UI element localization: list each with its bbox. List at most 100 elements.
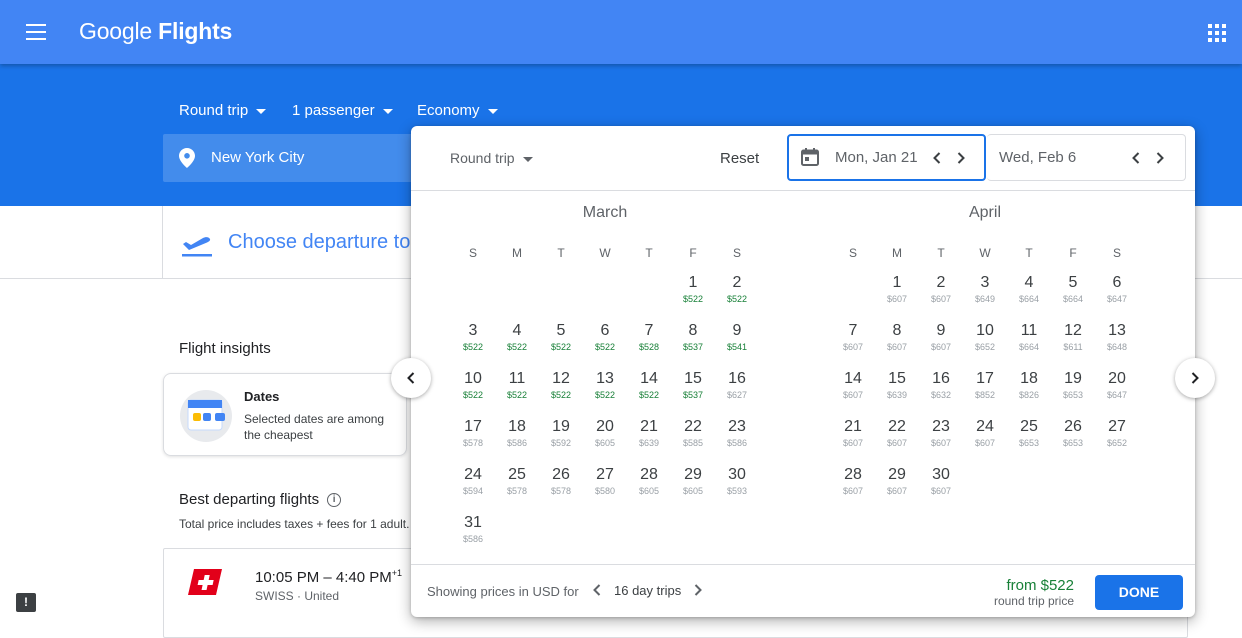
calendar-day[interactable]: 23 $586	[715, 412, 759, 456]
calendar-day[interactable]: 28 $605	[627, 460, 671, 504]
calendar-day[interactable]: 2 $607	[919, 268, 963, 312]
calendar-day[interactable]: 10 $652	[963, 316, 1007, 360]
calendar-day[interactable]: 21 $607	[831, 412, 875, 456]
top-app-bar: Google Flights	[0, 0, 1242, 64]
calendar-day[interactable]: 4 $664	[1007, 268, 1051, 312]
calendar-day[interactable]: 27 $580	[583, 460, 627, 504]
calendar-day[interactable]: 1 $607	[875, 268, 919, 312]
chevron-left-icon[interactable]	[589, 582, 605, 598]
destination-chooser[interactable]: Choose departure to	[162, 206, 422, 278]
calendar-day[interactable]: 5 $664	[1051, 268, 1095, 312]
calendar-day[interactable]: 26 $578	[539, 460, 583, 504]
calendar-day[interactable]: 25 $653	[1007, 412, 1051, 456]
calendar-day[interactable]: 10 $522	[451, 364, 495, 408]
day-price: $522	[506, 390, 528, 400]
calendar-day[interactable]: 20 $647	[1095, 364, 1139, 408]
day-number: 2	[732, 274, 742, 291]
day-price: $522	[594, 390, 616, 400]
calendar-day[interactable]: 30 $593	[715, 460, 759, 504]
calendar-day[interactable]: 19 $592	[539, 412, 583, 456]
calendar-day[interactable]: 30 $607	[919, 460, 963, 504]
done-button[interactable]: DONE	[1095, 575, 1183, 610]
day-number: 1	[688, 274, 698, 291]
calendar-day[interactable]: 11 $664	[1007, 316, 1051, 360]
trip-type-dropdown[interactable]: Round trip	[179, 102, 267, 119]
cabin-class-dropdown[interactable]: Economy	[417, 102, 498, 119]
calendar-day[interactable]: 26 $653	[1051, 412, 1095, 456]
next-month-button[interactable]	[1175, 358, 1215, 398]
calendar-day[interactable]: 4 $522	[495, 316, 539, 360]
day-price: $522	[462, 342, 484, 352]
calendar-day[interactable]: 20 $605	[583, 412, 627, 456]
calendar-day[interactable]: 16 $632	[919, 364, 963, 408]
previous-month-button[interactable]	[391, 358, 431, 398]
calendar-day[interactable]: 7 $607	[831, 316, 875, 360]
calendar-day[interactable]: 15 $639	[875, 364, 919, 408]
day-number: 20	[596, 418, 614, 435]
calendar-day[interactable]: 27 $652	[1095, 412, 1139, 456]
calendar-day[interactable]: 17 $578	[451, 412, 495, 456]
calendar-day[interactable]: 6 $522	[583, 316, 627, 360]
calendar-day[interactable]: 11 $522	[495, 364, 539, 408]
day-number: 25	[508, 466, 526, 483]
calendar-day[interactable]: 29 $605	[671, 460, 715, 504]
day-price: $611	[1063, 342, 1083, 352]
day-number: 27	[1108, 418, 1126, 435]
calendar-day[interactable]: 23 $607	[919, 412, 963, 456]
calendar-day[interactable]: 1 $522	[671, 268, 715, 312]
calendar-day[interactable]: 29 $607	[875, 460, 919, 504]
calendar-day[interactable]: 9 $541	[715, 316, 759, 360]
calendar-day[interactable]: 5 $522	[539, 316, 583, 360]
calendar-day[interactable]: 31 $586	[451, 508, 495, 552]
calendar-day[interactable]: 17 $852	[963, 364, 1007, 408]
calendar-day[interactable]: 16 $627	[715, 364, 759, 408]
chevron-left-icon[interactable]	[1128, 150, 1144, 166]
calendar-day[interactable]: 13 $648	[1095, 316, 1139, 360]
info-icon[interactable]: i	[327, 493, 342, 508]
calendar-day[interactable]: 24 $594	[451, 460, 495, 504]
calendar-day[interactable]: 18 $826	[1007, 364, 1051, 408]
return-date-field[interactable]: Wed, Feb 6	[987, 134, 1186, 181]
calendar-day[interactable]: 15 $537	[671, 364, 715, 408]
calendar-day[interactable]: 12 $611	[1051, 316, 1095, 360]
calendar-day[interactable]: 18 $586	[495, 412, 539, 456]
menu-icon[interactable]	[26, 24, 46, 40]
calendar-day[interactable]: 21 $639	[627, 412, 671, 456]
apps-grid-icon[interactable]	[1208, 24, 1226, 42]
chevron-right-icon[interactable]	[690, 582, 706, 598]
day-number: 8	[892, 322, 902, 339]
picker-trip-type-dropdown[interactable]: Round trip	[450, 150, 533, 166]
feedback-icon[interactable]: !	[16, 593, 36, 612]
calendar-day[interactable]: 14 $522	[627, 364, 671, 408]
day-number: 9	[732, 322, 742, 339]
origin-field[interactable]: New York City	[163, 134, 423, 182]
passengers-dropdown[interactable]: 1 passenger	[292, 102, 393, 119]
calendar-day[interactable]: 6 $647	[1095, 268, 1139, 312]
departure-date-field[interactable]: Mon, Jan 21	[787, 134, 986, 181]
calendar-day[interactable]: 19 $653	[1051, 364, 1095, 408]
day-number: 3	[980, 274, 990, 291]
chevron-right-icon[interactable]	[1152, 150, 1168, 166]
dates-insight-card[interactable]: Dates Selected dates are among the cheap…	[163, 373, 407, 456]
calendar-day[interactable]: 14 $607	[831, 364, 875, 408]
calendar-day[interactable]: 7 $528	[627, 316, 671, 360]
calendar-day[interactable]: 3 $649	[963, 268, 1007, 312]
calendar-day[interactable]: 12 $522	[539, 364, 583, 408]
calendar-day[interactable]: 3 $522	[451, 316, 495, 360]
google-flights-logo[interactable]: Google Flights	[79, 18, 232, 45]
calendar-day[interactable]: 28 $607	[831, 460, 875, 504]
day-number: 23	[932, 418, 950, 435]
calendar-day[interactable]: 2 $522	[715, 268, 759, 312]
reset-button[interactable]: Reset	[720, 150, 759, 167]
day-price: $664	[1018, 294, 1040, 304]
calendar-day[interactable]: 8 $607	[875, 316, 919, 360]
calendar-day[interactable]: 25 $578	[495, 460, 539, 504]
chevron-right-icon[interactable]	[953, 150, 969, 166]
chevron-left-icon[interactable]	[929, 150, 945, 166]
calendar-day[interactable]: 24 $607	[963, 412, 1007, 456]
calendar-day[interactable]: 22 $585	[671, 412, 715, 456]
calendar-day[interactable]: 13 $522	[583, 364, 627, 408]
calendar-day[interactable]: 9 $607	[919, 316, 963, 360]
calendar-day[interactable]: 8 $537	[671, 316, 715, 360]
calendar-day[interactable]: 22 $607	[875, 412, 919, 456]
